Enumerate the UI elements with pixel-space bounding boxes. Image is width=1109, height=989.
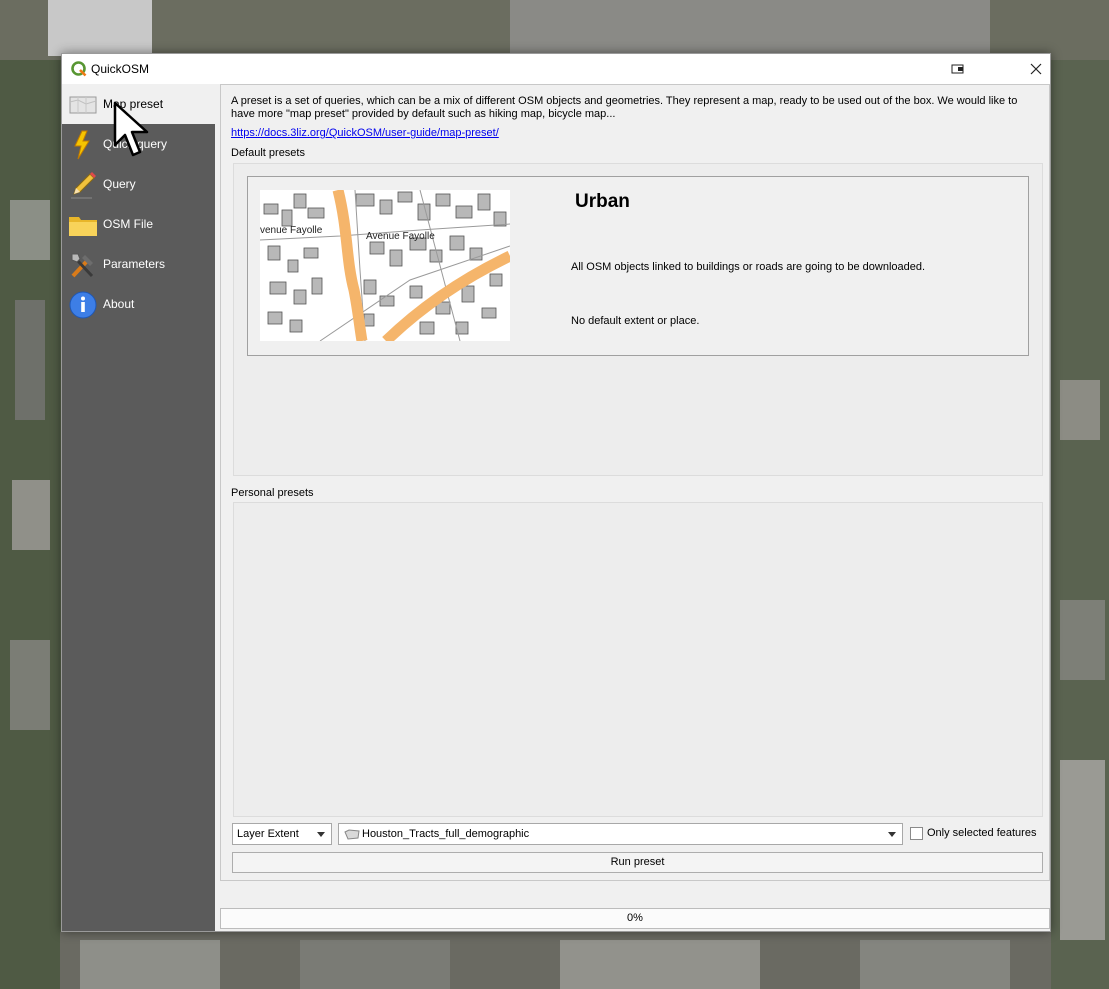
progress-bar: 0% [220, 908, 1050, 929]
chevron-down-icon [317, 832, 325, 837]
main-content: A preset is a set of queries, which can … [215, 84, 1050, 931]
quickosm-window: QuickOSM Map preset Quick query Query OS… [61, 53, 1051, 932]
qgis-logo-icon [71, 61, 87, 77]
sidebar-item-query[interactable]: Query [62, 164, 215, 204]
map-preset-panel: A preset is a set of queries, which can … [220, 84, 1050, 881]
only-selected-label[interactable]: Only selected features [927, 827, 1036, 839]
default-presets-label: Default presets [231, 147, 305, 159]
preset-description: All OSM objects linked to buildings or r… [571, 261, 926, 273]
intro-text: A preset is a set of queries, which can … [231, 95, 1018, 120]
pencil-icon [71, 172, 96, 199]
sidebar-item-label: Parameters [103, 257, 166, 271]
sidebar-item-osm-file[interactable]: OSM File [62, 204, 215, 244]
lightning-icon [74, 130, 90, 160]
layer-select[interactable]: Houston_Tracts_full_demographic [338, 823, 903, 845]
polygon-layer-icon [344, 829, 360, 840]
window-title: QuickOSM [91, 62, 150, 76]
documentation-link[interactable]: https://docs.3liz.org/QuickOSM/user-guid… [231, 127, 499, 139]
chevron-down-icon [888, 832, 896, 837]
thumbnail-street-label: venue Fayolle [260, 225, 323, 236]
map-icon [69, 96, 97, 114]
default-presets-list: venue Fayolle Avenue Fayolle Urban All O… [233, 163, 1043, 476]
sidebar-item-label: OSM File [103, 217, 154, 231]
preset-name: Urban [575, 191, 630, 212]
run-preset-button[interactable]: Run preset [232, 852, 1043, 873]
dock-icon[interactable] [944, 62, 974, 78]
preset-extent: No default extent or place. [571, 315, 700, 327]
thumbnail-street-label: Avenue Fayolle [366, 231, 435, 242]
sidebar-item-parameters[interactable]: Parameters [62, 244, 215, 284]
preset-thumbnail: venue Fayolle Avenue Fayolle [260, 190, 510, 341]
extent-select-value: Layer Extent [237, 828, 299, 840]
tools-icon [71, 253, 94, 278]
sidebar-item-about[interactable]: About [62, 284, 215, 324]
sidebar: Map preset Quick query Query OSM File Pa… [62, 84, 215, 931]
title-bar: QuickOSM [62, 54, 1050, 84]
mouse-cursor-icon [113, 101, 149, 157]
extent-select[interactable]: Layer Extent [232, 823, 332, 845]
progress-text: 0% [627, 912, 643, 924]
personal-presets-label: Personal presets [231, 487, 314, 499]
info-icon [69, 291, 97, 319]
layer-select-value: Houston_Tracts_full_demographic [362, 828, 530, 840]
personal-presets-list [233, 502, 1043, 817]
only-selected-checkbox[interactable] [910, 827, 923, 840]
sidebar-item-label: Query [103, 177, 136, 191]
close-icon[interactable] [1022, 58, 1050, 80]
preset-card-urban[interactable]: venue Fayolle Avenue Fayolle Urban All O… [247, 176, 1029, 356]
folder-icon [69, 217, 97, 236]
sidebar-item-label: About [103, 297, 135, 311]
